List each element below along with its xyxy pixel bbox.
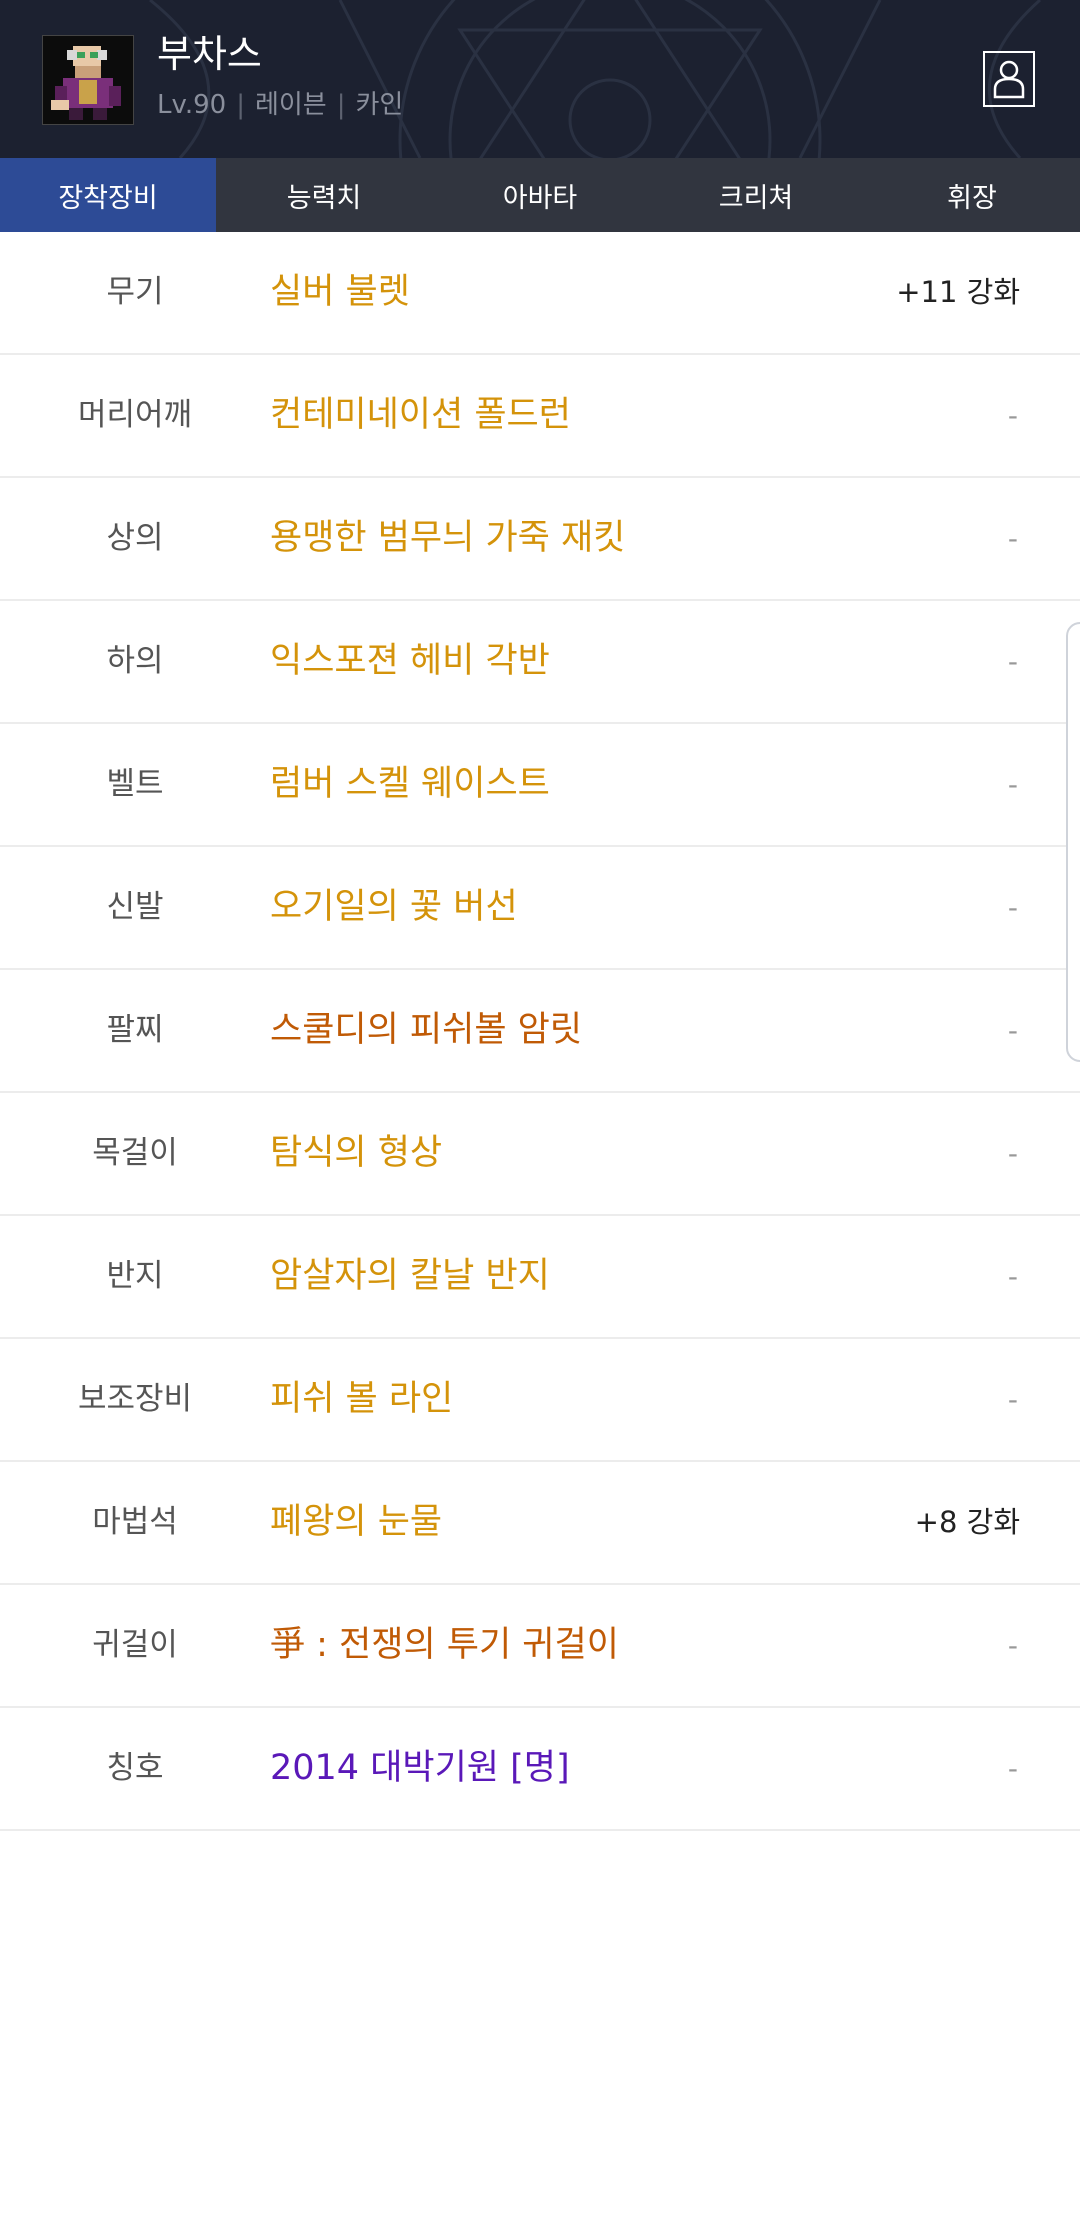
slot-label: 벨트 (106, 766, 164, 802)
equipment-list: 무기 실버 불렛 +11 강화 머리어깨 컨테미네이션 폴드런 - 상의 용맹한… (0, 232, 1080, 1831)
equipment-row-shoes[interactable]: 신발 오기일의 꽃 버선 - (0, 847, 1080, 970)
item-name: 폐왕의 눈물 (270, 1502, 443, 1542)
equipment-row-shoulder[interactable]: 머리어깨 컨테미네이션 폴드런 - (0, 355, 1080, 478)
character-name: 부차스 (157, 32, 262, 76)
slot-label: 상의 (106, 520, 164, 556)
item-name: 실버 불렛 (270, 272, 410, 312)
item-name: 2014 대박기원 [명] (270, 1748, 570, 1788)
item-name: 탐식의 형상 (270, 1133, 443, 1173)
item-name: 익스포젼 헤비 각반 (270, 641, 550, 681)
slot-label: 보조장비 (77, 1381, 193, 1417)
character-job: 레이븐 (254, 90, 327, 120)
character-level: Lv.90 (157, 90, 227, 120)
tab-avatar[interactable]: 아바타 (432, 158, 648, 232)
slot-label: 칭호 (106, 1750, 164, 1786)
info-separator: | (236, 90, 245, 120)
equipment-row-top[interactable]: 상의 용맹한 범무늬 가죽 재킷 - (0, 478, 1080, 601)
slot-label: 마법석 (92, 1504, 178, 1540)
item-name: 용맹한 범무늬 가죽 재킷 (270, 518, 626, 558)
equipment-row-ring[interactable]: 반지 암살자의 칼날 반지 - (0, 1216, 1080, 1339)
character-avatar (42, 35, 134, 125)
item-name: 암살자의 칼날 반지 (270, 1256, 550, 1296)
item-name: 爭 : 전쟁의 투기 귀걸이 (270, 1625, 619, 1665)
enhance-level: - (1007, 768, 1018, 801)
equipment-row-magic-stone[interactable]: 마법석 폐왕의 눈물 +8 강화 (0, 1462, 1080, 1585)
equipment-row-earring[interactable]: 귀걸이 爭 : 전쟁의 투기 귀걸이 - (0, 1585, 1080, 1708)
enhance-level: - (1007, 1260, 1018, 1293)
item-name: 스쿨디의 피쉬볼 암릿 (270, 1010, 583, 1050)
enhance-level: - (1007, 399, 1018, 432)
slot-label: 목걸이 (92, 1135, 178, 1171)
equipment-row-necklace[interactable]: 목걸이 탐식의 형상 - (0, 1093, 1080, 1216)
item-name: 컨테미네이션 폴드런 (270, 395, 571, 435)
enhance-level: - (1007, 645, 1018, 678)
slot-label: 하의 (106, 643, 164, 679)
enhance-level: - (1007, 1629, 1018, 1662)
slot-label: 귀걸이 (92, 1627, 178, 1663)
enhance-level: - (1007, 891, 1018, 924)
item-name: 럼버 스켈 웨이스트 (270, 764, 550, 804)
item-name: 피쉬 볼 라인 (270, 1379, 454, 1419)
enhance-level: - (1007, 1137, 1018, 1170)
slot-label: 반지 (106, 1258, 164, 1294)
character-info: Lv.90 | 레이븐 | 카인 (157, 88, 403, 122)
equipment-row-bracelet[interactable]: 팔찌 스쿨디의 피쉬볼 암릿 - (0, 970, 1080, 1093)
info-separator: | (336, 90, 346, 120)
equipment-row-support[interactable]: 보조장비 피쉬 볼 라인 - (0, 1339, 1080, 1462)
slot-label: 무기 (106, 274, 164, 310)
slot-label: 머리어깨 (77, 397, 193, 433)
edge-panel-handle[interactable] (1066, 622, 1080, 1062)
tab-equipment[interactable]: 장착장비 (0, 158, 216, 232)
slot-label: 팔찌 (106, 1012, 164, 1048)
enhance-level: - (1007, 1752, 1018, 1785)
enhance-level: - (1007, 1014, 1018, 1047)
enhance-level: - (1007, 522, 1018, 555)
item-name: 오기일의 꽃 버선 (270, 887, 518, 927)
enhance-level: - (1007, 1383, 1018, 1416)
equipment-row-belt[interactable]: 벨트 럼버 스켈 웨이스트 - (0, 724, 1080, 847)
tab-stats[interactable]: 능력치 (216, 158, 432, 232)
slot-label: 신발 (106, 889, 164, 925)
enhance-level: +11 강화 (896, 275, 1020, 309)
character-header: 부차스 Lv.90 | 레이븐 | 카인 (0, 0, 1080, 158)
equipment-row-bottom[interactable]: 하의 익스포젼 헤비 각반 - (0, 601, 1080, 724)
tab-creature[interactable]: 크리쳐 (648, 158, 864, 232)
enhance-level: +8 강화 (914, 1505, 1020, 1539)
equipment-row-title[interactable]: 칭호 2014 대박기원 [명] - (0, 1708, 1080, 1831)
equipment-row-weapon[interactable]: 무기 실버 불렛 +11 강화 (0, 232, 1080, 355)
tab-emblem[interactable]: 휘장 (864, 158, 1080, 232)
header-pattern (149, 0, 1041, 158)
tab-bar: 장착장비 능력치 아바타 크리쳐 휘장 (0, 158, 1080, 232)
character-server: 카인 (355, 90, 404, 120)
profile-icon (993, 60, 1025, 99)
profile-button[interactable] (983, 51, 1035, 107)
